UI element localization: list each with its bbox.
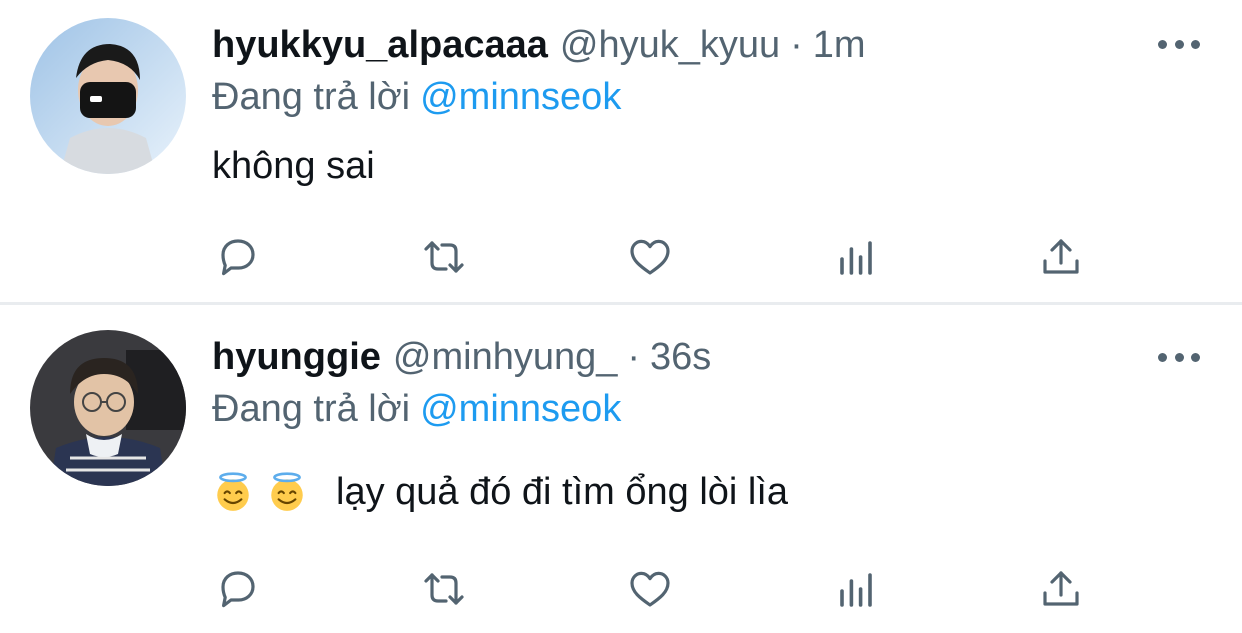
separator: ·	[790, 24, 803, 66]
reply-icon	[221, 239, 255, 276]
tweet-text: lạy quả đó đi tìm ổng lòi lìa	[212, 466, 788, 518]
retweet-icon	[424, 573, 464, 605]
analytics-icon	[840, 241, 872, 275]
more-icon[interactable]	[1158, 345, 1200, 369]
tweet-text-content: lạy quả đó đi tìm ổng lòi lìa	[336, 471, 789, 513]
like-button[interactable]	[620, 559, 680, 619]
reply-context: Đang trả lời @minnseok	[212, 73, 621, 121]
reply-prefix: Đang trả lời	[212, 76, 411, 118]
reply-button[interactable]	[208, 559, 268, 619]
tweet-header: hyunggie @minhyung_ · 36s	[212, 333, 711, 381]
display-name[interactable]: hyunggie	[212, 333, 381, 381]
share-icon	[1043, 571, 1079, 606]
share-icon	[1043, 239, 1079, 274]
avatar[interactable]	[30, 330, 186, 486]
reply-icon	[221, 571, 255, 608]
separator: ·	[627, 336, 641, 378]
share-button[interactable]	[1031, 559, 1091, 619]
smiling-face-with-halo-icon	[271, 472, 303, 511]
reply-context: Đang trả lời @minnseok	[212, 385, 621, 433]
reply-mention[interactable]: @minnseok	[420, 76, 621, 118]
like-icon	[630, 239, 670, 275]
reply-mention[interactable]: @minnseok	[420, 388, 621, 430]
tweet[interactable]: hyukkyu_alpacaaa @hyuk_kyuu · 1m Đang tr…	[0, 0, 1242, 303]
analytics-icon	[840, 573, 872, 607]
tweet-header: hyukkyu_alpacaaa @hyuk_kyuu · 1m	[212, 21, 866, 69]
user-handle[interactable]: @minhyung_	[393, 333, 617, 381]
like-icon	[630, 571, 670, 607]
reply-button[interactable]	[208, 227, 268, 287]
tweet[interactable]: hyunggie @minhyung_ · 36s Đang trả lời @m…	[0, 306, 1242, 633]
tweet-divider	[0, 302, 1242, 305]
timestamp[interactable]: 36s	[650, 333, 711, 381]
like-button[interactable]	[620, 227, 680, 287]
analytics-button[interactable]	[826, 559, 886, 619]
retweet-button[interactable]	[414, 559, 474, 619]
more-icon[interactable]	[1158, 32, 1200, 56]
action-bar	[0, 227, 1242, 287]
action-bar	[0, 559, 1242, 619]
smiling-face-with-halo-icon	[217, 472, 249, 511]
user-handle[interactable]: @hyuk_kyuu	[560, 21, 780, 69]
timestamp[interactable]: 1m	[813, 21, 866, 69]
reply-prefix: Đang trả lời	[212, 388, 411, 430]
analytics-button[interactable]	[826, 227, 886, 287]
tweet-text: không sai	[212, 140, 375, 192]
retweet-button[interactable]	[414, 227, 474, 287]
avatar[interactable]	[30, 18, 186, 174]
share-button[interactable]	[1031, 227, 1091, 287]
display-name[interactable]: hyukkyu_alpacaaa	[212, 21, 548, 69]
tweet-text-content: không sai	[212, 145, 375, 187]
retweet-icon	[424, 241, 464, 273]
